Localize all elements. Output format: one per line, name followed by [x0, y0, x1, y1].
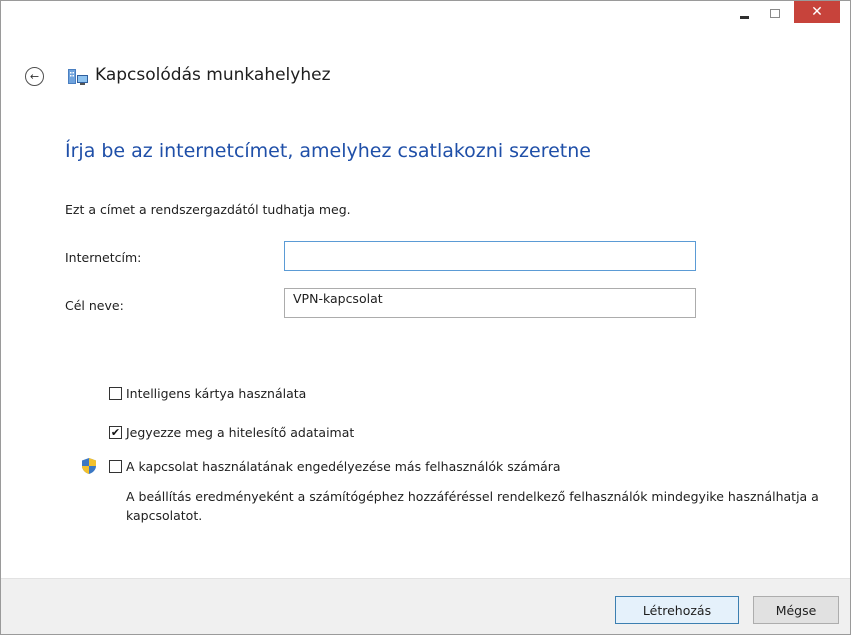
create-button[interactable]: Létrehozás: [615, 596, 739, 624]
close-button[interactable]: ✕: [794, 1, 840, 23]
internet-address-input[interactable]: [284, 241, 696, 271]
allow-others-option[interactable]: A kapcsolat használatának engedélyezése …: [109, 459, 561, 474]
smart-card-option[interactable]: Intelligens kártya használata: [109, 386, 306, 401]
internet-address-label: Internetcím:: [65, 250, 142, 265]
uac-shield-icon: [82, 458, 96, 474]
page-title: Kapcsolódás munkahelyhez: [95, 65, 331, 85]
smart-card-checkbox[interactable]: [109, 387, 122, 400]
allow-others-description: A beállítás eredményeként a számítógéphe…: [126, 489, 819, 523]
workplace-network-icon: [68, 69, 88, 85]
main-heading: Írja be az internetcímet, amelyhez csatl…: [65, 140, 591, 162]
allow-others-checkbox[interactable]: [109, 460, 122, 473]
remember-credentials-label: Jegyezze meg a hitelesítő adataimat: [126, 425, 355, 440]
smart-card-label: Intelligens kártya használata: [126, 386, 307, 401]
destination-name-input[interactable]: [284, 288, 696, 318]
close-icon: ✕: [811, 4, 823, 20]
back-button[interactable]: ←: [25, 67, 44, 86]
maximize-button[interactable]: [761, 1, 788, 25]
cancel-button[interactable]: Mégse: [753, 596, 839, 624]
back-arrow-icon: ←: [29, 70, 40, 83]
remember-credentials-checkbox[interactable]: ✔: [109, 426, 122, 439]
allow-others-label: A kapcsolat használatának engedélyezése …: [126, 459, 561, 474]
checkmark-icon: ✔: [110, 426, 121, 439]
minimize-button[interactable]: [731, 1, 758, 25]
maximize-icon: [769, 8, 780, 18]
remember-credentials-option[interactable]: ✔ Jegyezze meg a hitelesítő adataimat: [109, 425, 354, 440]
minimize-icon: [740, 15, 749, 19]
footer-bar: Létrehozás Mégse: [1, 578, 850, 634]
dialog-window: ✕ ← Kapcsolódás munkahelyhez Írja be az …: [0, 0, 851, 635]
hint-text: Ezt a címet a rendszergazdától tudhatja …: [65, 202, 351, 217]
destination-name-label: Cél neve:: [65, 298, 124, 313]
